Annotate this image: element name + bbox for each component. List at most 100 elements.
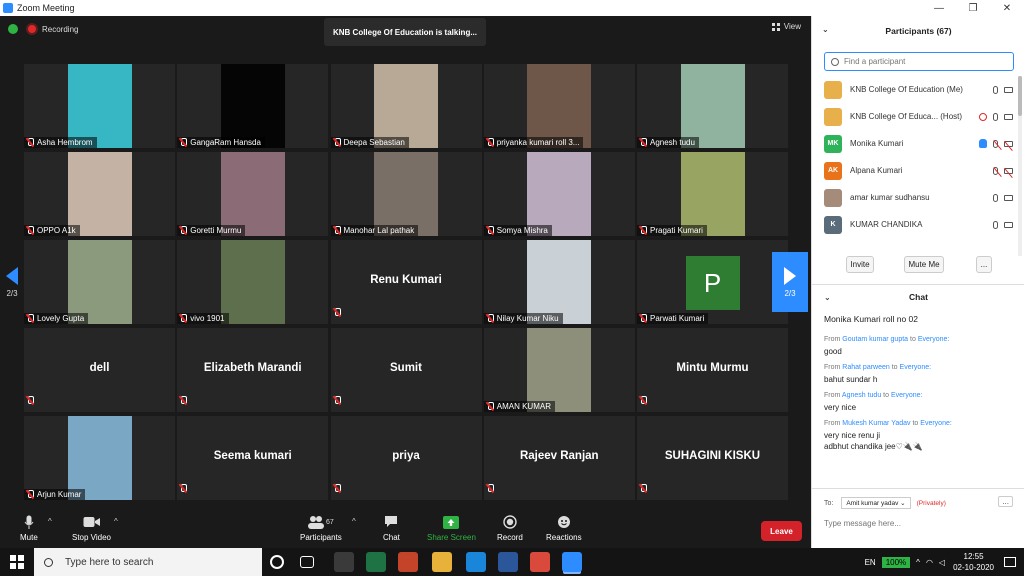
video-tile[interactable]: Somya Mishra <box>483 152 635 236</box>
reactions-button[interactable]: Reactions <box>546 514 582 542</box>
video-tile[interactable]: AMAN KUMAR <box>483 328 635 412</box>
chat-sender-name[interactable]: Agnesh tudu <box>842 392 881 399</box>
chevron-down-icon[interactable]: ⌄ <box>824 293 831 302</box>
record-label: Record <box>497 533 523 542</box>
edge-taskbar-icon[interactable] <box>466 552 486 572</box>
chat-button[interactable]: Chat <box>383 514 400 542</box>
video-tile[interactable]: Lovely Gupta <box>24 240 175 324</box>
microphone-icon <box>993 220 998 229</box>
participant-status-icons <box>979 139 1013 148</box>
chrome-taskbar-icon[interactable] <box>530 552 550 572</box>
video-tile[interactable]: Asha Hembrom <box>24 64 175 148</box>
chat-sender-name[interactable]: Rahat parween <box>842 364 889 371</box>
previous-page-button[interactable]: 2/3 <box>0 252 24 312</box>
excel-taskbar-icon[interactable] <box>366 552 386 572</box>
mute-me-button[interactable]: Mute Me <box>904 256 944 273</box>
next-page-button[interactable]: 2/3 <box>772 252 808 312</box>
video-tile[interactable]: Seema kumari <box>177 416 329 500</box>
close-button[interactable]: ✕ <box>990 0 1024 16</box>
chat-more-button[interactable]: ... <box>998 496 1013 507</box>
side-panel: ⌄ Participants (67) Find a participant K… <box>811 16 1024 548</box>
participants-options-caret[interactable]: ^ <box>352 517 356 526</box>
muted-microphone-icon <box>486 226 494 235</box>
participant-row[interactable]: KNB College Of Educa... (Host) <box>812 103 1017 130</box>
muted-microphone-icon <box>179 226 188 235</box>
arrow-left-icon <box>6 266 18 285</box>
volume-icon[interactable]: ◁ <box>939 558 945 567</box>
invite-button[interactable]: Invite <box>846 256 874 273</box>
word-taskbar-icon[interactable] <box>498 552 518 572</box>
video-tile[interactable]: Pragati Kumari <box>637 152 788 236</box>
video-tile[interactable]: priyanka kumari roll 3... <box>483 64 635 148</box>
video-tile[interactable]: SUHAGINI KISKU <box>637 416 788 500</box>
taskbar-clock[interactable]: 12:55 02-10-2020 <box>953 551 994 573</box>
participants-icon: 67 <box>307 514 334 530</box>
chat-sender-name[interactable]: Goutam kumar gupta <box>842 336 908 343</box>
video-tile[interactable]: P Parwati Kumari <box>637 240 788 324</box>
participants-panel-title: Participants (67) <box>885 26 952 36</box>
participant-row[interactable]: K KUMAR CHANDIKA <box>812 211 1017 238</box>
tile-mute-indicator <box>333 480 344 498</box>
store-taskbar-icon[interactable] <box>334 552 354 572</box>
participant-video <box>374 64 438 148</box>
video-tile[interactable]: Elizabeth Marandi <box>177 328 329 412</box>
video-tile[interactable]: Nilay Kumar Niku <box>483 240 635 324</box>
audio-options-caret[interactable]: ^ <box>48 517 52 526</box>
participant-video <box>67 240 132 324</box>
powerpoint-taskbar-icon[interactable] <box>398 552 418 572</box>
tray-chevron-icon[interactable]: ^ <box>916 558 920 567</box>
video-tile[interactable]: priya <box>330 416 482 500</box>
wifi-icon[interactable]: ◠ <box>926 558 933 567</box>
record-button[interactable]: Record <box>497 514 523 542</box>
video-tile[interactable]: Renu Kumari <box>330 240 482 324</box>
zoom-taskbar-icon[interactable] <box>562 552 582 572</box>
video-tile[interactable]: Goretti Murmu <box>177 152 329 236</box>
notifications-icon[interactable] <box>1004 557 1016 567</box>
minimize-button[interactable]: — <box>922 0 956 16</box>
task-view-taskbar-icon[interactable] <box>300 556 314 568</box>
recording-indicator[interactable]: Recording <box>28 22 78 36</box>
participant-name-label: Nilay Kumar Niku <box>483 313 563 324</box>
participants-button[interactable]: 67 Participants <box>300 514 342 542</box>
language-indicator[interactable]: EN <box>865 558 876 567</box>
video-tile[interactable]: Manohar Lal pathak <box>330 152 482 236</box>
windows-start-icon[interactable] <box>10 555 24 569</box>
stop-video-button[interactable]: Stop Video <box>72 514 111 542</box>
chat-message-text: good <box>824 347 842 356</box>
chevron-down-icon[interactable]: ⌄ <box>822 25 829 34</box>
video-options-caret[interactable]: ^ <box>114 517 118 526</box>
file-explorer-taskbar-icon[interactable] <box>432 552 452 572</box>
recipient-dropdown[interactable]: Amit kumar yadav ⌄ <box>841 497 911 509</box>
video-tile[interactable]: OPPO A1k <box>24 152 175 236</box>
maximize-button[interactable]: ❐ <box>956 0 990 16</box>
video-tile[interactable]: dell <box>24 328 175 412</box>
security-shield-icon[interactable] <box>8 24 18 34</box>
view-button[interactable]: View <box>771 22 801 31</box>
video-tile[interactable]: Arjun Kumar <box>24 416 175 500</box>
participant-search-input[interactable]: Find a participant <box>824 52 1014 71</box>
raised-hand-icon <box>979 139 987 148</box>
chat-message-input[interactable] <box>824 516 1014 530</box>
participant-name-label: Arjun Kumar <box>24 489 86 500</box>
taskbar-search-box[interactable]: Type here to search <box>34 548 262 576</box>
share-screen-button[interactable]: Share Screen <box>427 514 476 542</box>
mute-button[interactable]: Mute <box>20 514 38 542</box>
participant-row[interactable]: KNB College Of Education (Me) <box>812 76 1017 103</box>
video-tile[interactable]: Mintu Murmu <box>637 328 788 412</box>
video-tile[interactable]: Rajeev Ranjan <box>483 416 635 500</box>
cortana-taskbar-icon[interactable] <box>270 555 284 569</box>
participant-name-large: Renu Kumari <box>370 274 442 286</box>
video-tile[interactable]: Sumit <box>330 328 482 412</box>
participants-more-button[interactable]: ... <box>976 256 992 273</box>
participant-list-scrollbar[interactable] <box>1018 76 1022 256</box>
video-tile[interactable]: GangaRam Hansda <box>177 64 329 148</box>
video-tile[interactable]: Agnesh tudu <box>637 64 788 148</box>
video-tile[interactable]: vivo 1901 <box>177 240 329 324</box>
chat-sender-name[interactable]: Mukesh Kumar Yadav <box>842 420 910 427</box>
leave-meeting-button[interactable]: Leave <box>761 521 802 541</box>
battery-indicator[interactable]: 100% <box>881 556 911 568</box>
participant-row[interactable]: AK Alpana Kumari <box>812 157 1017 184</box>
video-tile[interactable]: Deepa Sebastian <box>330 64 482 148</box>
participant-row[interactable]: amar kumar sudhansu <box>812 184 1017 211</box>
participant-row[interactable]: MK Monika Kumari <box>812 130 1017 157</box>
